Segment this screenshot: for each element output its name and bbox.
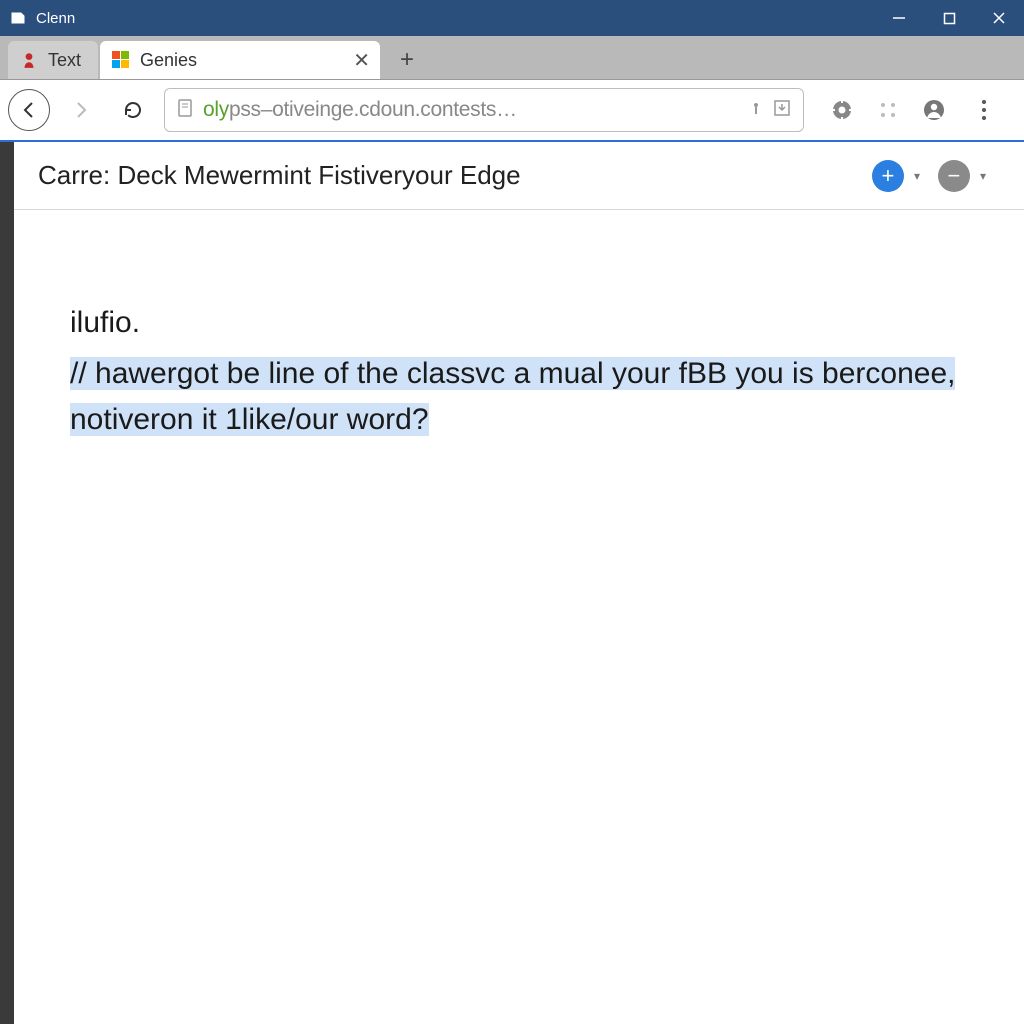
page-content: ilufio. // hawergot be line of the class… — [14, 210, 1024, 1024]
browser-menu-button[interactable] — [972, 100, 996, 120]
tab-strip: Text Genies ✕ + — [0, 36, 1024, 80]
forward-button[interactable] — [60, 89, 102, 131]
new-tab-button[interactable]: + — [388, 41, 426, 79]
page-header: Carre: Deck Mewermint Fistiveryour Edge … — [14, 142, 1024, 210]
tab-text[interactable]: Text — [8, 41, 98, 79]
content-selected-text[interactable]: // hawergot be line of the classvc a mua… — [70, 351, 976, 444]
window-controls — [874, 0, 1024, 36]
install-app-icon[interactable] — [773, 99, 791, 122]
reload-button[interactable] — [112, 89, 154, 131]
app-icon — [10, 10, 26, 26]
page-title: Carre: Deck Mewermint Fistiveryour Edge — [38, 160, 521, 191]
content-line[interactable]: ilufio. — [70, 300, 976, 347]
reader-mode-icon[interactable] — [749, 100, 763, 121]
minimize-button[interactable] — [874, 0, 924, 36]
tab-label: Text — [48, 50, 81, 71]
remove-dropdown-caret[interactable]: ▾ — [980, 169, 986, 183]
browser-toolbar: olypss–otiveinge.cdoun.contests… — [0, 80, 1024, 142]
tab-genies[interactable]: Genies ✕ — [100, 41, 380, 79]
extension-gear-icon[interactable] — [828, 96, 856, 124]
tab-label: Genies — [140, 50, 197, 71]
loading-progress-bar — [0, 140, 819, 142]
extension-profile-icon[interactable] — [920, 96, 948, 124]
add-button[interactable]: + — [872, 160, 904, 192]
remove-button[interactable]: − — [938, 160, 970, 192]
extension-misc-icon[interactable] — [874, 96, 902, 124]
url-text: olypss–otiveinge.cdoun.contests… — [203, 98, 517, 122]
close-button[interactable] — [974, 0, 1024, 36]
window-titlebar: Clenn — [0, 0, 1024, 36]
left-rail — [0, 142, 14, 1024]
window-title: Clenn — [36, 10, 75, 27]
maximize-button[interactable] — [924, 0, 974, 36]
add-dropdown-caret[interactable]: ▾ — [914, 169, 920, 183]
tab-favicon-icon — [20, 51, 38, 69]
extensions-area — [828, 96, 948, 124]
back-button[interactable] — [8, 89, 50, 131]
site-info-icon[interactable] — [177, 99, 193, 122]
tab-close-icon[interactable]: ✕ — [353, 48, 370, 73]
tab-favicon-icon — [112, 51, 130, 69]
address-bar[interactable]: olypss–otiveinge.cdoun.contests… — [164, 88, 804, 132]
